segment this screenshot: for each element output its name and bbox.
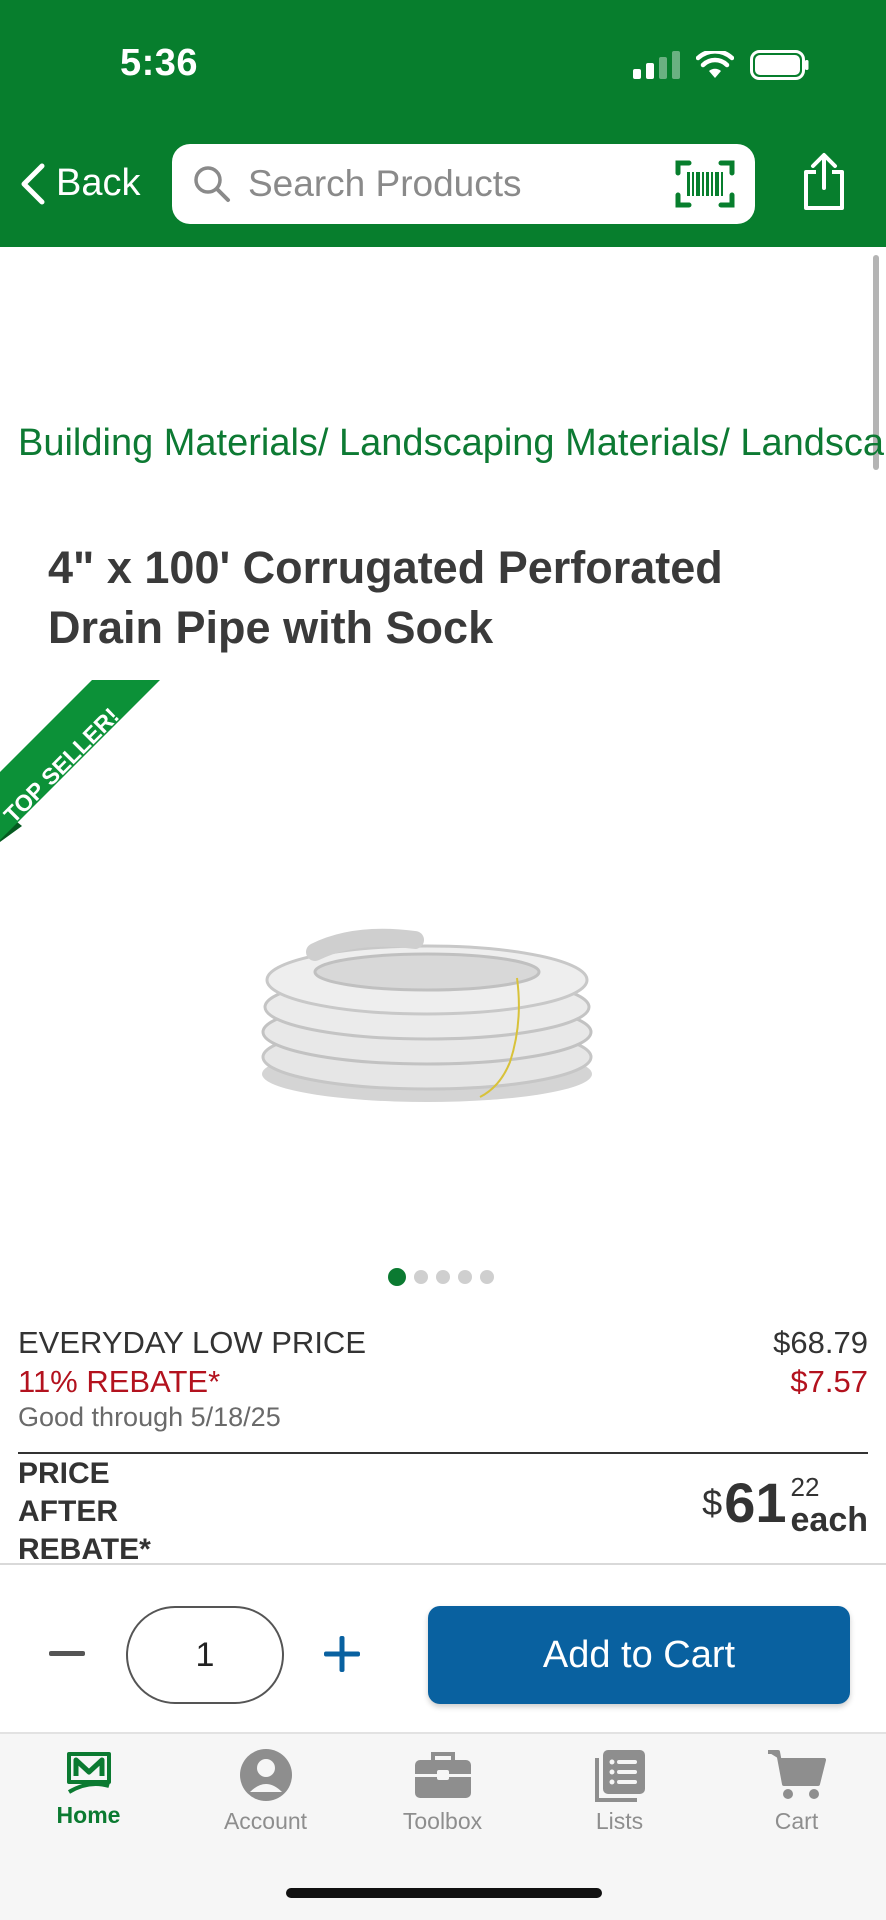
share-button[interactable] — [800, 152, 848, 217]
plus-icon — [324, 1636, 360, 1672]
carousel-dot[interactable] — [458, 1270, 472, 1284]
nav-home[interactable]: Home — [0, 1734, 177, 1874]
product-title: 4" x 100' Corrugated Perforated Drain Pi… — [48, 542, 723, 653]
app-header: 5:36 Back Search Products — [0, 0, 886, 247]
final-price: $ 61 22 each — [702, 1471, 869, 1539]
final-price-unit: each — [790, 1501, 869, 1539]
quantity-decrease-button[interactable] — [48, 1635, 86, 1673]
quantity-input[interactable]: 1 — [126, 1606, 284, 1704]
breadcrumb[interactable]: Building Materials/ Landscaping Material… — [18, 422, 886, 465]
status-icons — [633, 50, 810, 80]
minus-icon — [49, 1651, 85, 1656]
nav-cart-label: Cart — [774, 1808, 819, 1834]
carousel-dot[interactable] — [436, 1270, 450, 1284]
signal-icon — [633, 51, 680, 79]
everyday-price-label: EVERYDAY LOW PRICE — [18, 1325, 366, 1360]
section-divider — [0, 1563, 886, 1565]
home-logo-icon — [66, 1752, 111, 1794]
quantity-increase-button[interactable] — [322, 1634, 362, 1674]
chevron-left-icon — [21, 163, 45, 204]
wifi-icon — [696, 51, 734, 79]
product-image[interactable] — [255, 912, 605, 1112]
back-button[interactable]: Back — [18, 162, 140, 205]
account-icon — [239, 1749, 292, 1801]
carousel-dot[interactable] — [388, 1268, 406, 1286]
final-price-dollars: 61 — [724, 1471, 787, 1534]
final-price-cents: 22 — [790, 1472, 820, 1502]
price-after-rebate-label: PRICE AFTER REBATE* — [18, 1457, 151, 1566]
rebate-row: 11% REBATE* $7.57 — [18, 1364, 868, 1400]
toolbox-icon — [414, 1752, 471, 1798]
rebate-expiry: Good through 5/18/25 — [18, 1402, 281, 1432]
barcode-scan-icon[interactable] — [675, 159, 735, 209]
lists-icon — [594, 1750, 645, 1802]
nav-toolbox[interactable]: Toolbox — [354, 1734, 531, 1874]
nav-account[interactable]: Account — [177, 1734, 354, 1874]
bottom-nav: Home Account Toolbox Lists Cart — [0, 1732, 886, 1920]
nav-account-label: Account — [223, 1808, 308, 1834]
nav-toolbox-label: Toolbox — [402, 1808, 483, 1834]
status-time: 5:36 — [120, 42, 199, 84]
battery-icon — [750, 50, 810, 80]
rebate-label[interactable]: 11% REBATE* — [18, 1364, 220, 1400]
nav-lists[interactable]: Lists — [531, 1734, 708, 1874]
carousel-dot[interactable] — [414, 1270, 428, 1284]
rebate-value: $7.57 — [790, 1364, 868, 1399]
search-placeholder: Search Products — [248, 163, 522, 204]
cart-icon — [767, 1750, 826, 1799]
final-price-currency: $ — [702, 1482, 723, 1523]
nav-home-label: Home — [56, 1802, 121, 1828]
back-label: Back — [56, 162, 141, 204]
nav-lists-label: Lists — [595, 1808, 644, 1834]
top-seller-badge: TOP SELLER! — [0, 678, 170, 848]
share-icon — [804, 153, 844, 210]
nav-cart[interactable]: Cart — [708, 1734, 885, 1874]
search-icon — [194, 166, 230, 202]
home-indicator[interactable] — [286, 1888, 602, 1898]
everyday-price-value: $68.79 — [773, 1325, 868, 1360]
everyday-price-row: EVERYDAY LOW PRICE $68.79 — [18, 1325, 868, 1361]
image-carousel-dots[interactable] — [388, 1268, 494, 1286]
price-divider — [18, 1452, 868, 1454]
add-to-cart-button[interactable]: Add to Cart — [428, 1606, 850, 1704]
carousel-dot[interactable] — [480, 1270, 494, 1284]
search-input[interactable]: Search Products — [172, 144, 755, 224]
